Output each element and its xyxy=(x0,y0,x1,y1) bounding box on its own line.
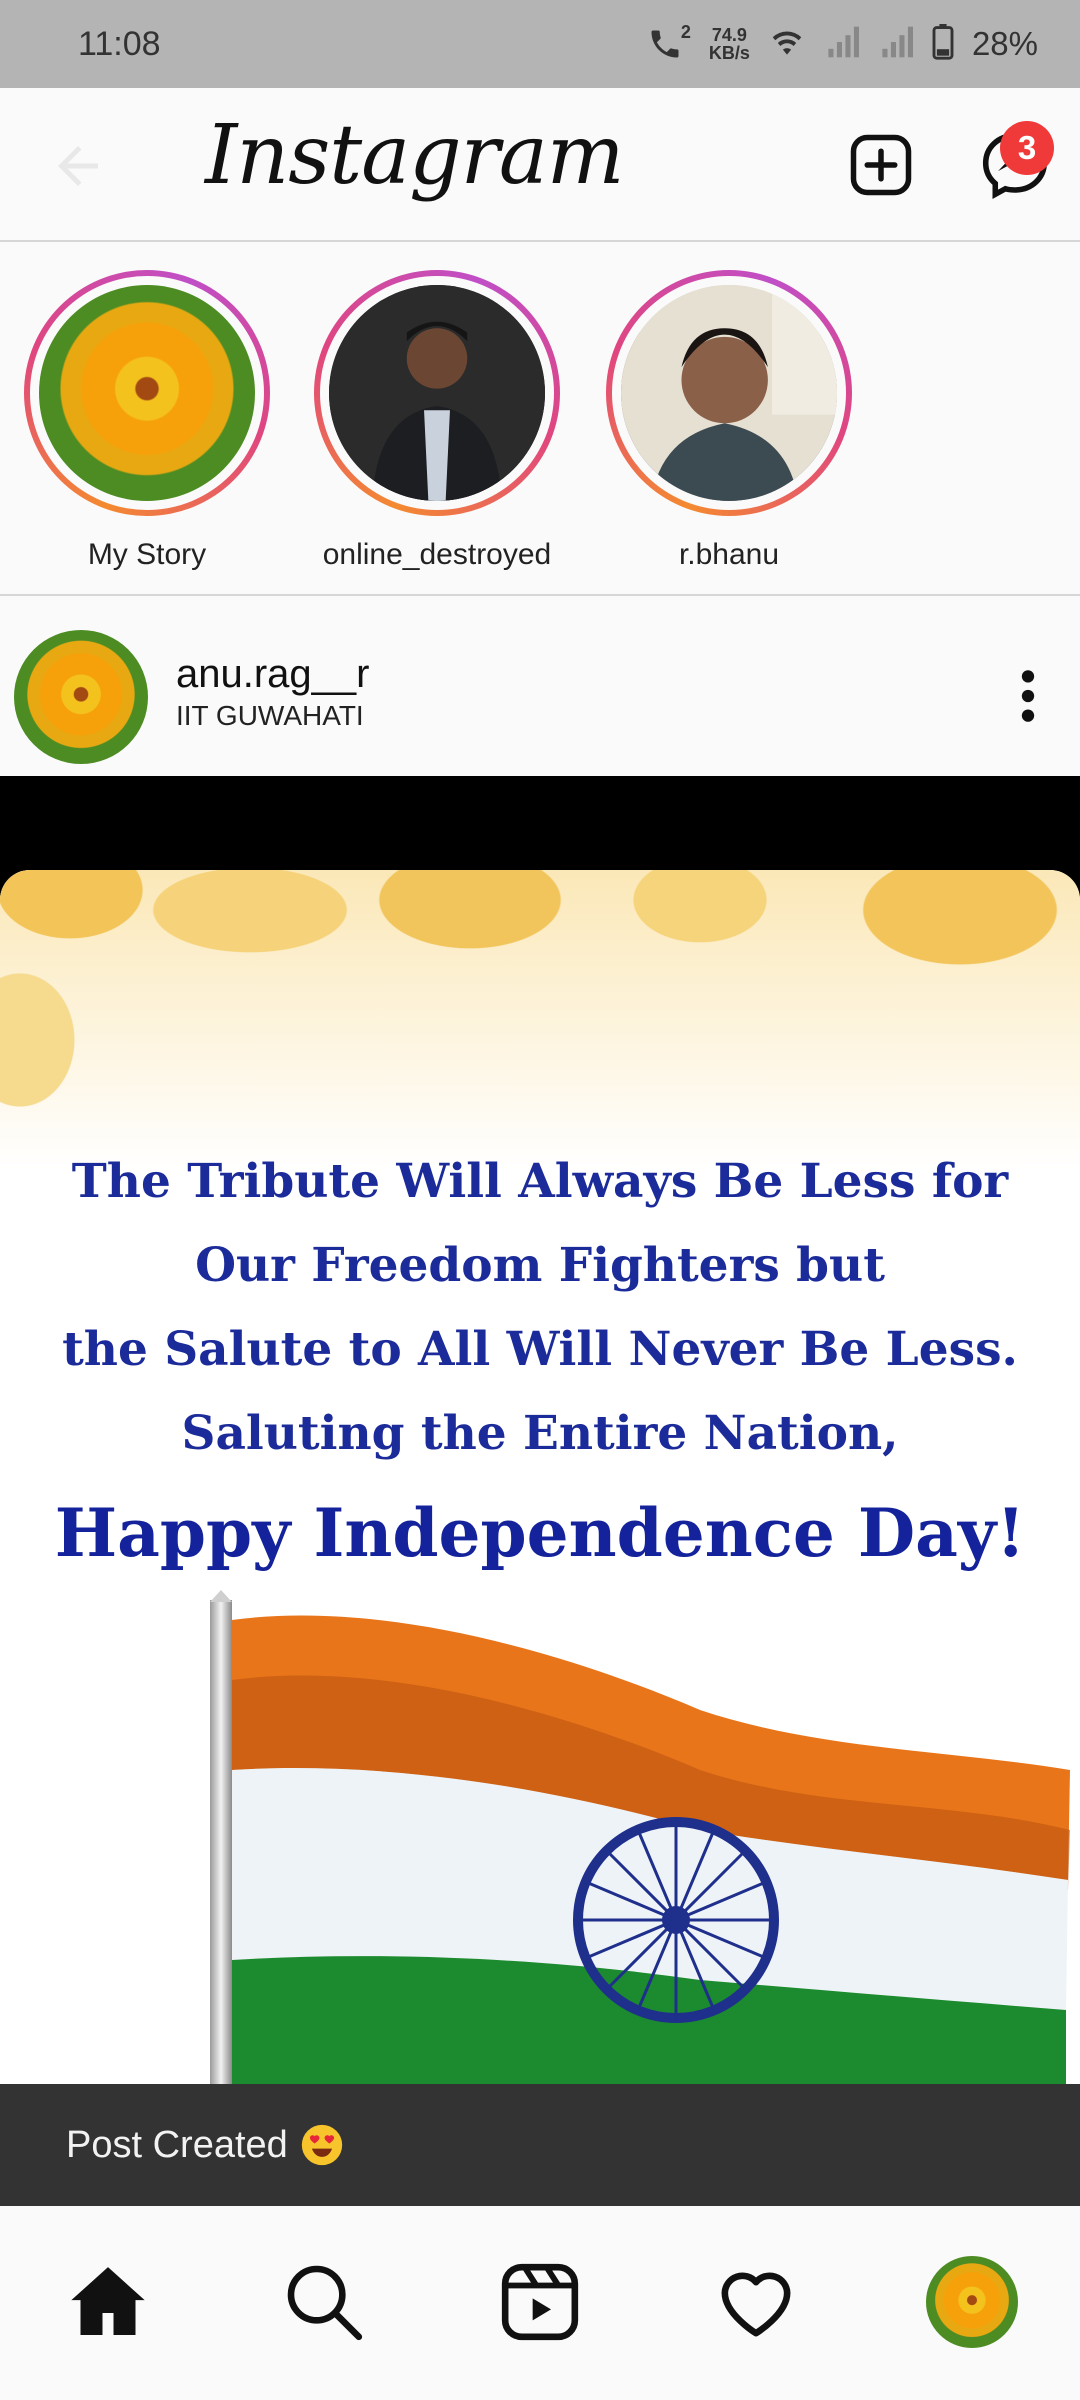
post-header: anu.rag__r IIT GUWAHATI xyxy=(0,596,1080,776)
net-speed-value: 74.9 xyxy=(711,25,747,45)
quote-line: the Salute to All Will Never Be Less. xyxy=(62,1322,1018,1377)
reels-icon[interactable] xyxy=(496,2258,584,2346)
back-arrow-icon[interactable] xyxy=(48,136,108,196)
heart-eyes-emoji-icon xyxy=(301,2124,342,2166)
home-icon[interactable] xyxy=(64,2258,152,2346)
indian-flag-image xyxy=(210,1590,1070,2084)
status-icons: 2 74.9 KB/s 28% xyxy=(647,22,1038,65)
app-header: Instagram 3 xyxy=(0,88,1080,242)
watercolor-decoration xyxy=(0,870,1080,1170)
instagram-logo: Instagram xyxy=(205,108,624,203)
signal-2-icon xyxy=(878,25,914,64)
greeting-card-image: The Tribute Will Always Be Less for Our … xyxy=(0,870,1080,2084)
wifi-icon xyxy=(768,25,806,64)
post-username[interactable]: anu.rag__r xyxy=(176,652,369,697)
message-count-badge: 3 xyxy=(1000,121,1054,175)
more-options-icon[interactable] xyxy=(1014,668,1042,724)
wifi-call-icon: 2 xyxy=(647,22,691,62)
story-ring xyxy=(314,270,560,516)
heart-icon[interactable] xyxy=(712,2258,800,2346)
story-online-destroyed[interactable]: online_destroyed xyxy=(314,270,560,572)
story-ring xyxy=(24,270,270,516)
profile-avatar[interactable] xyxy=(926,2256,1018,2348)
post-author-avatar[interactable] xyxy=(14,630,148,764)
search-icon[interactable] xyxy=(280,2258,368,2346)
quote-line: The Tribute Will Always Be Less for xyxy=(71,1154,1009,1209)
quote-line: Saluting the Entire Nation, xyxy=(181,1406,899,1461)
battery-percent: 28% xyxy=(971,25,1038,62)
story-label: online_destroyed xyxy=(322,538,552,571)
snackbar-text: Post Created xyxy=(66,2123,288,2166)
story-avatar xyxy=(329,285,545,501)
new-post-icon[interactable] xyxy=(848,132,914,198)
network-speed: 74.9 KB/s xyxy=(709,26,750,62)
story-ring xyxy=(606,270,852,516)
call-count: 2 xyxy=(680,22,691,42)
story-avatar xyxy=(39,285,255,501)
post-image[interactable]: The Tribute Will Always Be Less for Our … xyxy=(0,776,1080,2084)
story-avatar xyxy=(621,285,837,501)
bottom-navigation xyxy=(0,2206,1080,2400)
stories-tray: My Story online_destroyed r.bhanu xyxy=(0,242,1080,596)
net-speed-unit: KB/s xyxy=(708,43,750,63)
post-location[interactable]: IIT GUWAHATI xyxy=(176,700,364,732)
snackbar: Post Created xyxy=(0,2084,1080,2206)
quote-line: Our Freedom Fighters but xyxy=(195,1238,885,1293)
story-label: r.bhanu xyxy=(678,538,780,571)
story-r-bhanu[interactable]: r.bhanu xyxy=(606,270,852,572)
signal-1-icon xyxy=(824,25,860,64)
story-label: My Story xyxy=(87,538,207,571)
battery-icon xyxy=(932,23,954,65)
story-my-story[interactable]: My Story xyxy=(24,270,270,572)
status-bar: 11:08 2 74.9 KB/s 28% xyxy=(0,0,1080,88)
greeting-text: The Tribute Will Always Be Less for Our … xyxy=(0,1140,1080,1588)
status-time: 11:08 xyxy=(78,24,161,63)
greeting-title: Happy Independence Day! xyxy=(54,1494,1026,1572)
